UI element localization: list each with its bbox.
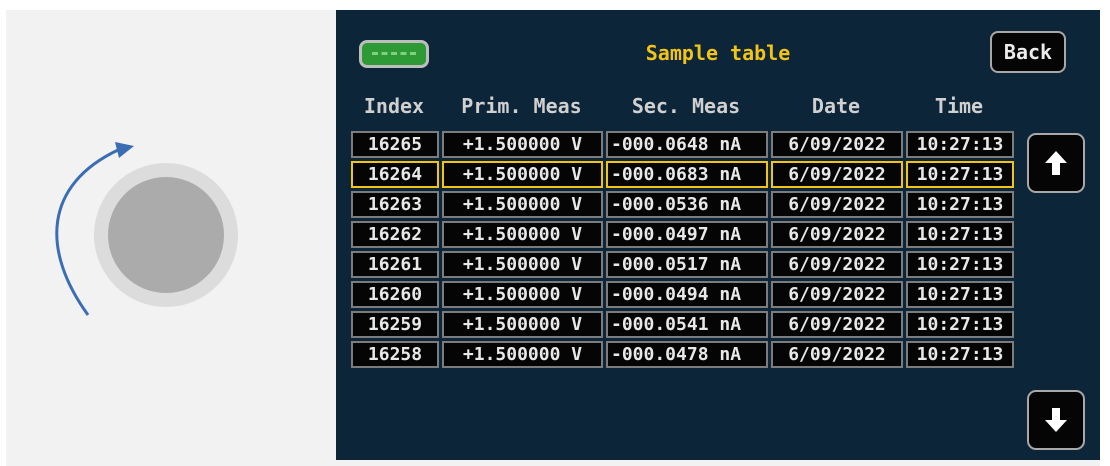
cell-date[interactable]: 6/09/2022 [771,131,903,158]
cell-prim-meas[interactable]: +1.500000 V [442,341,603,368]
cell-time[interactable]: 10:27:13 [906,131,1014,158]
column-header-time: Time [934,94,984,118]
instrument-panel: Sample table Back Index Prim. Meas Sec. … [6,10,1100,466]
cell-prim-meas[interactable]: +1.500000 V [442,281,603,308]
cell-sec-meas[interactable]: -000.0497 nA [606,221,768,248]
cell-sec-meas[interactable]: -000.0648 nA [606,131,768,158]
cell-sec-meas[interactable]: -000.0494 nA [606,281,768,308]
table-row[interactable]: 16259 +1.500000 V -000.0541 nA 6/09/2022 10:… [351,311,1014,338]
cell-prim-meas[interactable]: +1.500000 V [442,161,603,188]
cell-time[interactable]: 10:27:13 [906,281,1014,308]
cell-date[interactable]: 6/09/2022 [771,251,903,278]
cell-date[interactable]: 6/09/2022 [771,341,903,368]
cell-date[interactable]: 6/09/2022 [771,221,903,248]
cell-sec-meas[interactable]: -000.0517 nA [606,251,768,278]
sample-table: 16265 +1.500000 V -000.0648 nA 6/09/2022 10:… [348,128,1017,371]
knob-area [6,10,336,466]
rotary-knob-icon[interactable] [94,163,238,307]
cell-prim-meas[interactable]: +1.500000 V [442,251,603,278]
cell-time[interactable]: 10:27:13 [906,191,1014,218]
back-button[interactable]: Back [990,31,1066,73]
cell-time[interactable]: 10:27:13 [906,341,1014,368]
column-header-sec-meas: Sec. Meas [631,94,741,118]
scroll-up-button[interactable] [1027,133,1085,193]
cell-index[interactable]: 16258 [351,341,439,368]
cell-prim-meas[interactable]: +1.500000 V [442,191,603,218]
table-row[interactable]: 16258 +1.500000 V -000.0478 nA 6/09/2022 10:… [351,341,1014,368]
cell-index[interactable]: 16263 [351,191,439,218]
arrow-up-icon [1045,151,1067,175]
cell-date[interactable]: 6/09/2022 [771,191,903,218]
cell-prim-meas[interactable]: +1.500000 V [442,311,603,338]
cell-index[interactable]: 16262 [351,221,439,248]
cell-index[interactable]: 16259 [351,311,439,338]
table-row[interactable]: 16262 +1.500000 V -000.0497 nA 6/09/2022 10:… [351,221,1014,248]
table-row[interactable]: 16264 +1.500000 V -000.0683 nA 6/09/2022 10:… [351,161,1014,188]
cell-index[interactable]: 16264 [351,161,439,188]
touch-screen: Sample table Back Index Prim. Meas Sec. … [336,10,1100,460]
table-row[interactable]: 16260 +1.500000 V -000.0494 nA 6/09/2022 10:… [351,281,1014,308]
cell-time[interactable]: 10:27:13 [906,311,1014,338]
cell-date[interactable]: 6/09/2022 [771,281,903,308]
column-header-prim-meas: Prim. Meas [461,94,582,118]
cell-sec-meas[interactable]: -000.0478 nA [606,341,768,368]
cell-sec-meas[interactable]: -000.0536 nA [606,191,768,218]
table-row[interactable]: 16265 +1.500000 V -000.0648 nA 6/09/2022 10:… [351,131,1014,158]
scroll-down-button[interactable] [1027,390,1085,450]
cell-index[interactable]: 16260 [351,281,439,308]
knob-cap[interactable] [108,177,224,293]
cell-prim-meas[interactable]: +1.500000 V [442,221,603,248]
cell-time[interactable]: 10:27:13 [906,161,1014,188]
table-row[interactable]: 16261 +1.500000 V -000.0517 nA 6/09/2022 10:… [351,251,1014,278]
cell-time[interactable]: 10:27:13 [906,251,1014,278]
cell-prim-meas[interactable]: +1.500000 V [442,131,603,158]
cell-date[interactable]: 6/09/2022 [771,161,903,188]
arrow-down-icon [1045,408,1067,432]
cell-sec-meas[interactable]: -000.0541 nA [606,311,768,338]
table-row[interactable]: 16263 +1.500000 V -000.0536 nA 6/09/2022 10:… [351,191,1014,218]
cell-index[interactable]: 16261 [351,251,439,278]
cell-sec-meas[interactable]: -000.0683 nA [606,161,768,188]
cell-time[interactable]: 10:27:13 [906,221,1014,248]
page-title: Sample table [645,41,791,65]
cell-index[interactable]: 16265 [351,131,439,158]
column-header-date: Date [811,94,861,118]
cell-date[interactable]: 6/09/2022 [771,311,903,338]
column-header-index: Index [363,94,425,118]
